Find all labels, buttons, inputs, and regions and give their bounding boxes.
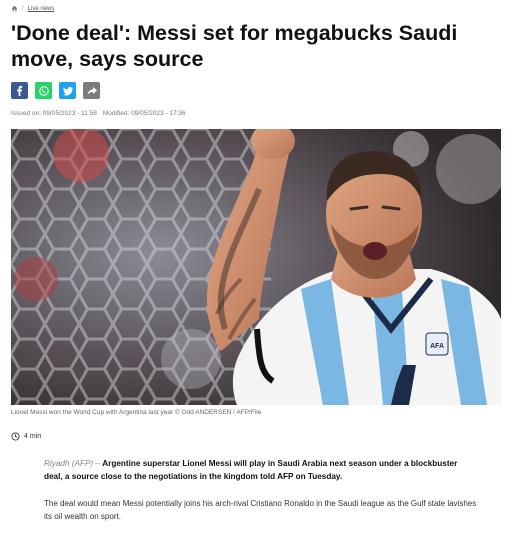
article-lead: Riyadh (AFP) – Argentine superstar Lione… bbox=[44, 457, 474, 483]
twitter-icon bbox=[62, 86, 73, 95]
share-bar bbox=[11, 82, 100, 99]
article-dates: Issued on: 09/05/2023 - 11:58 Modified: … bbox=[11, 110, 186, 117]
clock-icon bbox=[11, 432, 20, 441]
afa-badge-text: AFA bbox=[430, 343, 444, 350]
facebook-share-button[interactable] bbox=[11, 82, 28, 99]
article-photo: AFA bbox=[11, 129, 501, 405]
article-headline: 'Done deal': Messi set for megabucks Sau… bbox=[11, 21, 458, 71]
whatsapp-icon bbox=[38, 85, 49, 96]
photo-caption: Lionel Messi won the World Cup with Arge… bbox=[11, 409, 262, 416]
breadcrumb-link-live-news[interactable]: Live news bbox=[28, 6, 55, 12]
modified-date: Modified: 09/05/2023 - 17:36 bbox=[102, 110, 186, 117]
facebook-icon bbox=[17, 85, 23, 96]
issued-date: Issued on: 09/05/2023 - 11:58 bbox=[11, 110, 97, 117]
read-time: 4 min bbox=[11, 432, 41, 441]
article-paragraph: The deal would mean Messi potentially jo… bbox=[44, 499, 477, 521]
twitter-share-button[interactable] bbox=[59, 82, 76, 99]
breadcrumb: / Live news bbox=[11, 5, 54, 12]
whatsapp-share-button[interactable] bbox=[35, 82, 52, 99]
home-icon[interactable] bbox=[11, 5, 18, 12]
breadcrumb-separator: / bbox=[22, 5, 24, 12]
dateline-separator: – bbox=[95, 459, 100, 468]
share-icon bbox=[87, 86, 97, 95]
generic-share-button[interactable] bbox=[83, 82, 100, 99]
dateline: Riyadh (AFP) bbox=[44, 459, 94, 468]
lead-text: Argentine superstar Lionel Messi will pl… bbox=[44, 459, 458, 481]
read-time-label: 4 min bbox=[24, 433, 42, 440]
